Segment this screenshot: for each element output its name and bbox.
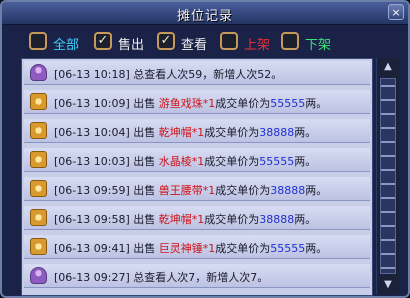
record-text: [06-13 10:18] 总查看人次59，新增人次52。 — [54, 66, 282, 82]
scroll-thumb[interactable] — [380, 78, 396, 274]
scrollbar[interactable]: ▲ ▼ — [376, 58, 399, 294]
record-timestamp: [06-13 09:59] — [54, 184, 134, 197]
record-fragment: 两。 — [305, 242, 328, 255]
record-text: [06-13 10:09] 出售 游鱼戏珠*1成交单价为55555两。 — [54, 95, 327, 111]
record-row[interactable]: [06-13 09:58] 出售 乾坤帽*1成交单价为38888两。 — [24, 206, 370, 230]
filter-bar: 全部 ✓ 售出 ✓ 查看 上架 下架 — [2, 26, 408, 58]
filter-all-label: 全部 — [53, 38, 80, 53]
filter-viewed-checkbox[interactable]: ✓ — [157, 32, 175, 50]
record-row[interactable]: [06-13 10:18] 总查看人次59，新增人次52。 — [24, 61, 370, 85]
record-text: [06-13 09:58] 出售 乾坤帽*1成交单价为38888两。 — [54, 211, 316, 227]
item-name: 乾坤帽*1 — [158, 213, 205, 226]
record-text: [06-13 09:27] 总查看人次7，新增人次7。 — [54, 269, 268, 285]
coin-icon — [30, 93, 47, 110]
price-value: 38888 — [270, 184, 306, 197]
record-timestamp: [06-13 10:04] — [54, 126, 134, 139]
record-fragment: 两。 — [294, 213, 317, 226]
record-fragment: 出售 — [133, 242, 159, 255]
coin-icon — [30, 151, 47, 168]
filter-viewed-label: 查看 — [181, 38, 208, 53]
coin-icon — [30, 180, 47, 197]
window-title: 摊位记录 — [176, 9, 233, 24]
record-row[interactable]: [06-13 10:09] 出售 游鱼戏珠*1成交单价为55555两。 — [24, 90, 370, 114]
record-fragment: 成交单价为 — [204, 126, 260, 139]
record-timestamp: [06-13 10:03] — [54, 155, 134, 168]
filter-sold-checkbox[interactable]: ✓ — [94, 32, 112, 50]
item-name: 游鱼戏珠*1 — [158, 97, 216, 110]
record-text: [06-13 09:41] 出售 巨灵神锤*1成交单价为55555两。 — [54, 240, 327, 256]
close-button[interactable]: × — [388, 4, 404, 20]
record-row[interactable]: [06-13 09:59] 出售 兽王腰带*1成交单价为38888两。 — [24, 177, 370, 201]
filter-listed-label: 上架 — [244, 38, 271, 53]
record-fragment: 出售 — [133, 155, 159, 168]
record-fragment: 成交单价为 — [215, 242, 271, 255]
record-fragment: 总查看人次59，新增人次52。 — [133, 68, 283, 81]
coin-icon — [30, 122, 47, 139]
item-name: 水晶棱*1 — [158, 155, 205, 168]
price-value: 55555 — [270, 242, 306, 255]
filter-delisted-label: 下架 — [305, 38, 332, 53]
price-value: 55555 — [270, 97, 306, 110]
record-fragment: 总查看人次7，新增人次7。 — [133, 271, 269, 284]
record-fragment: 两。 — [294, 155, 317, 168]
record-fragment: 出售 — [133, 97, 159, 110]
record-timestamp: [06-13 10:18] — [54, 68, 134, 81]
coin-icon — [30, 238, 47, 255]
price-value: 38888 — [259, 126, 295, 139]
record-row[interactable]: [06-13 09:41] 出售 巨灵神锤*1成交单价为55555两。 — [24, 235, 370, 259]
record-fragment: 成交单价为 — [204, 155, 260, 168]
stall-records-window: 摊位记录 × 全部 ✓ 售出 ✓ 查看 上架 下架 [06-13 10:18] … — [0, 0, 410, 298]
record-fragment: 成交单价为 — [204, 213, 260, 226]
item-name: 兽王腰带*1 — [158, 184, 216, 197]
record-text: [06-13 10:04] 出售 乾坤帽*1成交单价为38888两。 — [54, 124, 316, 140]
record-row[interactable]: [06-13 10:04] 出售 乾坤帽*1成交单价为38888两。 — [24, 119, 370, 143]
filter-delisted-checkbox[interactable] — [281, 32, 299, 50]
record-fragment: 出售 — [133, 213, 159, 226]
item-name: 乾坤帽*1 — [158, 126, 205, 139]
record-row[interactable]: [06-13 09:27] 总查看人次7，新增人次7。 — [24, 264, 370, 288]
record-fragment: 两。 — [294, 126, 317, 139]
scroll-down-icon[interactable]: ▼ — [380, 278, 396, 292]
record-timestamp: [06-13 09:58] — [54, 213, 134, 226]
record-fragment: 两。 — [305, 184, 328, 197]
filter-listed-checkbox[interactable] — [220, 32, 238, 50]
record-list: [06-13 10:18] 总查看人次59，新增人次52。 [06-13 10:0… — [21, 58, 373, 296]
record-text: [06-13 09:59] 出售 兽王腰带*1成交单价为38888两。 — [54, 182, 327, 198]
coin-icon — [30, 209, 47, 226]
filter-sold-label: 售出 — [118, 38, 145, 53]
filter-all-checkbox[interactable] — [29, 32, 47, 50]
record-text: [06-13 10:03] 出售 水晶棱*1成交单价为55555两。 — [54, 153, 316, 169]
scroll-up-icon[interactable]: ▲ — [380, 60, 396, 74]
record-timestamp: [06-13 09:27] — [54, 271, 134, 284]
price-value: 38888 — [259, 213, 295, 226]
record-fragment: 出售 — [133, 126, 159, 139]
record-timestamp: [06-13 10:09] — [54, 97, 134, 110]
record-fragment: 成交单价为 — [215, 97, 271, 110]
price-value: 55555 — [259, 155, 295, 168]
person-icon — [30, 64, 47, 81]
title-bar[interactable]: 摊位记录 × — [2, 2, 408, 25]
record-fragment: 出售 — [133, 184, 159, 197]
record-fragment: 两。 — [305, 97, 328, 110]
item-name: 巨灵神锤*1 — [158, 242, 216, 255]
record-row[interactable]: [06-13 10:03] 出售 水晶棱*1成交单价为55555两。 — [24, 148, 370, 172]
record-fragment: 成交单价为 — [215, 184, 271, 197]
person-icon — [30, 267, 47, 284]
record-timestamp: [06-13 09:41] — [54, 242, 134, 255]
